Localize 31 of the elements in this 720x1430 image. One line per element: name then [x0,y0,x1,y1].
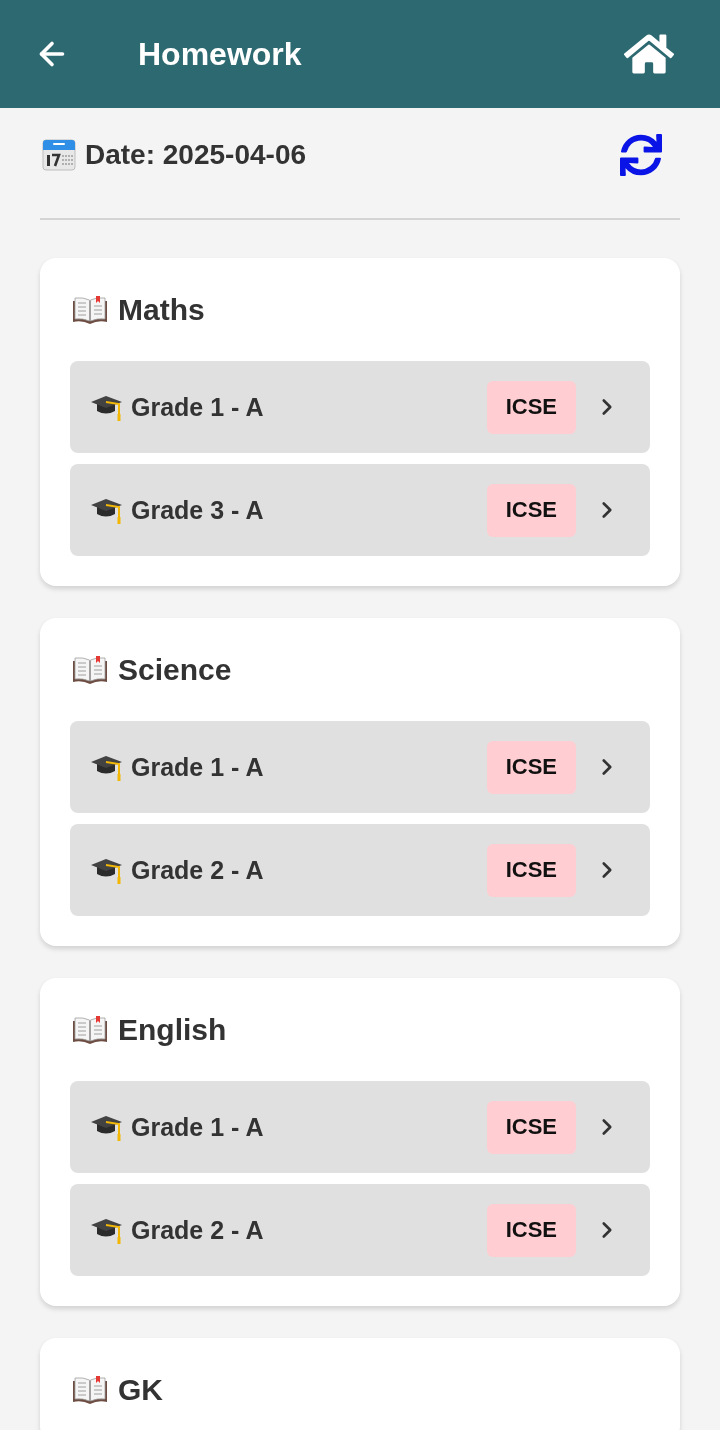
class-name: Grade 1 - A [131,1112,265,1142]
date-label: Date: 2025-04-06 [85,138,307,172]
subject-title: GK [118,1372,163,1408]
board-badge: ICSE [486,483,576,537]
board-badge: ICSE [486,843,576,897]
open-book-icon [72,295,108,325]
open-book-icon [72,1375,108,1405]
class-row[interactable]: Grade 2 - A ICSE [70,1184,650,1276]
class-name: Grade 2 - A [131,1215,265,1245]
class-name: Grade 3 - A [131,495,265,525]
class-row[interactable]: Grade 1 - A ICSE [70,361,650,453]
open-book-icon [72,1015,108,1045]
subject-title: Maths [118,292,205,328]
class-name: Grade 2 - A [131,855,265,885]
calendar-icon [42,138,76,172]
refresh-button[interactable] [620,134,662,176]
class-row[interactable]: Grade 1 - A ICSE [70,721,650,813]
subject-title: English [118,1012,227,1048]
class-name: Grade 1 - A [131,752,265,782]
screen-title: Homework [138,35,303,74]
board-badge: ICSE [486,1203,576,1257]
board-badge: ICSE [486,1100,576,1154]
class-name: Grade 1 - A [131,392,265,422]
refresh-icon [620,134,662,176]
class-row[interactable]: Grade 3 - A ICSE [70,464,650,556]
open-book-icon [72,655,108,685]
class-row[interactable]: Grade 2 - A ICSE [70,824,650,916]
class-row[interactable]: Grade 1 - A ICSE [70,1081,650,1173]
subject-title: Science [118,652,232,688]
board-badge: ICSE [486,380,576,434]
board-badge: ICSE [486,740,576,794]
